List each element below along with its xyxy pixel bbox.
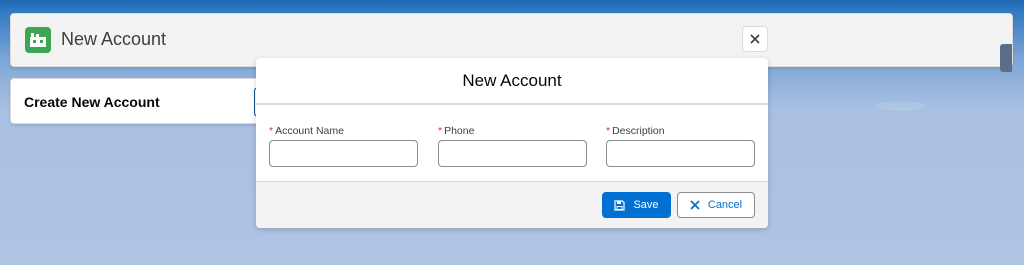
cancel-button-label: Cancel bbox=[707, 199, 743, 211]
close-icon[interactable] bbox=[742, 26, 768, 52]
utility-tab[interactable] bbox=[1000, 44, 1012, 72]
account-name-label: * Account Name bbox=[269, 125, 418, 137]
phone-label-text: Phone bbox=[444, 125, 475, 137]
new-account-modal: New Account * Account Name * Phone * Descri… bbox=[256, 58, 768, 228]
close-icon bbox=[690, 200, 700, 210]
cancel-button[interactable]: Cancel bbox=[677, 192, 755, 218]
phone-input[interactable] bbox=[438, 140, 587, 167]
modal-footer: Save Cancel bbox=[256, 181, 768, 228]
save-button-label: Save bbox=[633, 199, 659, 211]
page-title: New Account bbox=[61, 29, 167, 49]
description-field: * Description bbox=[606, 125, 755, 167]
account-icon bbox=[25, 27, 51, 53]
modal-header: New Account bbox=[256, 58, 768, 105]
description-label: * Description bbox=[606, 125, 755, 137]
card-title: Create New Account bbox=[24, 94, 160, 110]
create-account-card: Create New Account bbox=[10, 78, 262, 124]
modal-title: New Account bbox=[462, 70, 562, 90]
description-input[interactable] bbox=[606, 140, 755, 167]
required-marker: * bbox=[606, 125, 611, 137]
account-name-label-text: Account Name bbox=[275, 125, 344, 137]
account-name-field: * Account Name bbox=[269, 125, 418, 167]
required-marker: * bbox=[438, 125, 443, 137]
description-label-text: Description bbox=[612, 125, 665, 137]
required-marker: * bbox=[269, 125, 274, 137]
phone-label: * Phone bbox=[438, 125, 587, 137]
save-button[interactable]: Save bbox=[602, 192, 671, 218]
phone-field: * Phone bbox=[438, 125, 587, 167]
account-name-input[interactable] bbox=[269, 140, 418, 167]
save-icon bbox=[614, 199, 626, 211]
